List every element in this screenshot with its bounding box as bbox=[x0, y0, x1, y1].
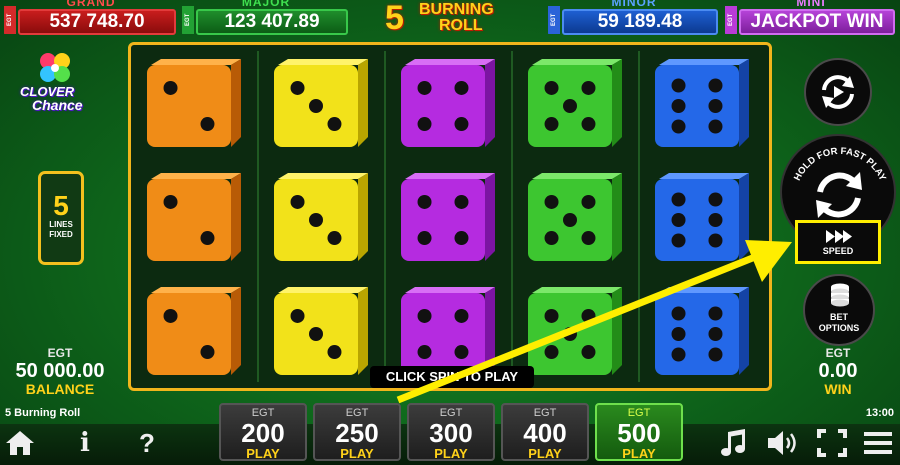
bet-play-label: PLAY bbox=[340, 446, 374, 461]
jackpot-value: 59 189.48 bbox=[562, 9, 718, 35]
music-icon[interactable] bbox=[718, 428, 752, 458]
jackpot-tag: EGT bbox=[4, 6, 16, 34]
balance-display: EGT 50 000.00 BALANCE bbox=[0, 347, 120, 397]
logo-line2: Chance bbox=[32, 97, 83, 113]
info-icon[interactable]: i bbox=[68, 428, 102, 458]
autoplay-icon bbox=[822, 75, 854, 109]
fullscreen-icon[interactable] bbox=[816, 428, 850, 458]
reel-separator bbox=[384, 51, 386, 382]
bet-play-label: PLAY bbox=[246, 446, 280, 461]
jackpot-title: GRAND bbox=[66, 0, 116, 9]
bet-400-button[interactable]: EGT 400 PLAY bbox=[501, 403, 589, 461]
clock: 13:00 bbox=[865, 407, 894, 419]
bet-play-label: PLAY bbox=[622, 446, 656, 461]
jackpot-title: MINI bbox=[796, 0, 826, 9]
speed-label: SPEED bbox=[822, 246, 854, 256]
bet-options-label: BET OPTIONS bbox=[805, 312, 873, 334]
clover-chance-logo: CLOVER Chance bbox=[14, 50, 94, 116]
dice-blue-6 bbox=[655, 59, 749, 147]
dice-orange-2 bbox=[147, 287, 241, 375]
bet-options-button[interactable]: BET OPTIONS bbox=[803, 274, 875, 346]
fast-forward-icon bbox=[826, 230, 852, 243]
jackpot-tag: EGT bbox=[548, 6, 560, 34]
jackpot-minor: EGT MINOR 59 189.48 bbox=[548, 0, 720, 36]
dice-yellow-3 bbox=[274, 287, 368, 375]
dice-yellow-3 bbox=[274, 173, 368, 261]
bet-value: 500 bbox=[617, 418, 661, 448]
speed-button[interactable]: SPEED bbox=[795, 220, 881, 264]
bet-250-button[interactable]: EGT 250 PLAY bbox=[313, 403, 401, 461]
dice-purple-4 bbox=[401, 59, 495, 147]
dice-orange-2 bbox=[147, 59, 241, 147]
game-title-line1: BURNING bbox=[419, 1, 494, 18]
game-name: 5 Burning Roll bbox=[5, 407, 81, 419]
jackpot-title: MAJOR bbox=[241, 0, 291, 9]
game-title-line2: ROLL bbox=[439, 17, 483, 34]
bet-value: 250 bbox=[335, 418, 379, 448]
dice-yellow-3 bbox=[274, 59, 368, 147]
bet-options-line1: BET bbox=[830, 312, 848, 322]
balance-label: BALANCE bbox=[25, 381, 95, 397]
dice-purple-4 bbox=[401, 173, 495, 261]
dice-green-5 bbox=[528, 287, 622, 375]
jackpot-major: EGT MAJOR 123 407.89 bbox=[182, 0, 350, 36]
balance-currency: EGT bbox=[47, 346, 73, 360]
jackpot-title: MINOR bbox=[611, 0, 657, 9]
jackpot-tag: EGT bbox=[725, 6, 737, 34]
bet-value: 300 bbox=[429, 418, 473, 448]
bet-value: 400 bbox=[523, 418, 567, 448]
bet-play-label: PLAY bbox=[528, 446, 562, 461]
sound-icon[interactable] bbox=[766, 428, 800, 458]
bet-300-button[interactable]: EGT 300 PLAY bbox=[407, 403, 495, 461]
balance-amount: 50 000.00 bbox=[15, 360, 105, 382]
bet-options-line2: OPTIONS bbox=[818, 323, 860, 333]
reel-separator bbox=[511, 51, 513, 382]
bet-value: 200 bbox=[241, 418, 285, 448]
jackpot-tag: EGT bbox=[182, 6, 194, 34]
status-message: CLICK SPIN TO PLAY bbox=[370, 366, 534, 388]
win-display: EGT 0.00 WIN bbox=[790, 347, 886, 397]
win-currency: EGT bbox=[825, 346, 851, 360]
jackpot-mini: EGT MINI JACKPOT WIN bbox=[725, 0, 897, 36]
jackpot-value: 123 407.89 bbox=[196, 9, 348, 35]
dice-purple-4 bbox=[401, 287, 495, 375]
home-icon[interactable] bbox=[4, 428, 38, 458]
game-title-number: 5 bbox=[385, 0, 404, 37]
jackpot-value: JACKPOT WIN bbox=[739, 9, 895, 35]
dice-green-5 bbox=[528, 173, 622, 261]
reel-separator bbox=[638, 51, 640, 382]
jackpot-value: 537 748.70 bbox=[18, 9, 176, 35]
dice-blue-6 bbox=[655, 173, 749, 261]
win-label: WIN bbox=[824, 381, 852, 397]
lines-number: 5 bbox=[53, 190, 69, 221]
reel-separator bbox=[257, 51, 259, 382]
lines-fixed-box: 5 LINES FIXED bbox=[38, 171, 84, 265]
menu-icon[interactable] bbox=[862, 428, 896, 458]
bet-200-button[interactable]: EGT 200 PLAY bbox=[219, 403, 307, 461]
autoplay-button[interactable] bbox=[804, 58, 872, 126]
dice-blue-6 bbox=[655, 287, 749, 375]
win-amount: 0.00 bbox=[818, 360, 858, 382]
clover-icon bbox=[40, 53, 70, 82]
bet-500-button[interactable]: EGT 500 PLAY bbox=[595, 403, 683, 461]
reels-area bbox=[128, 42, 772, 391]
help-icon[interactable]: ? bbox=[130, 428, 164, 458]
lines-label2: FIXED bbox=[49, 230, 73, 239]
dice-green-5 bbox=[528, 59, 622, 147]
coins-icon bbox=[831, 283, 849, 307]
spin-icon bbox=[816, 172, 862, 218]
dice-orange-2 bbox=[147, 173, 241, 261]
game-title: 5 BURNING ROLL bbox=[385, 0, 520, 38]
bet-play-label: PLAY bbox=[434, 446, 468, 461]
jackpot-grand: EGT GRAND 537 748.70 bbox=[4, 0, 178, 36]
lines-label1: LINES bbox=[49, 220, 73, 229]
